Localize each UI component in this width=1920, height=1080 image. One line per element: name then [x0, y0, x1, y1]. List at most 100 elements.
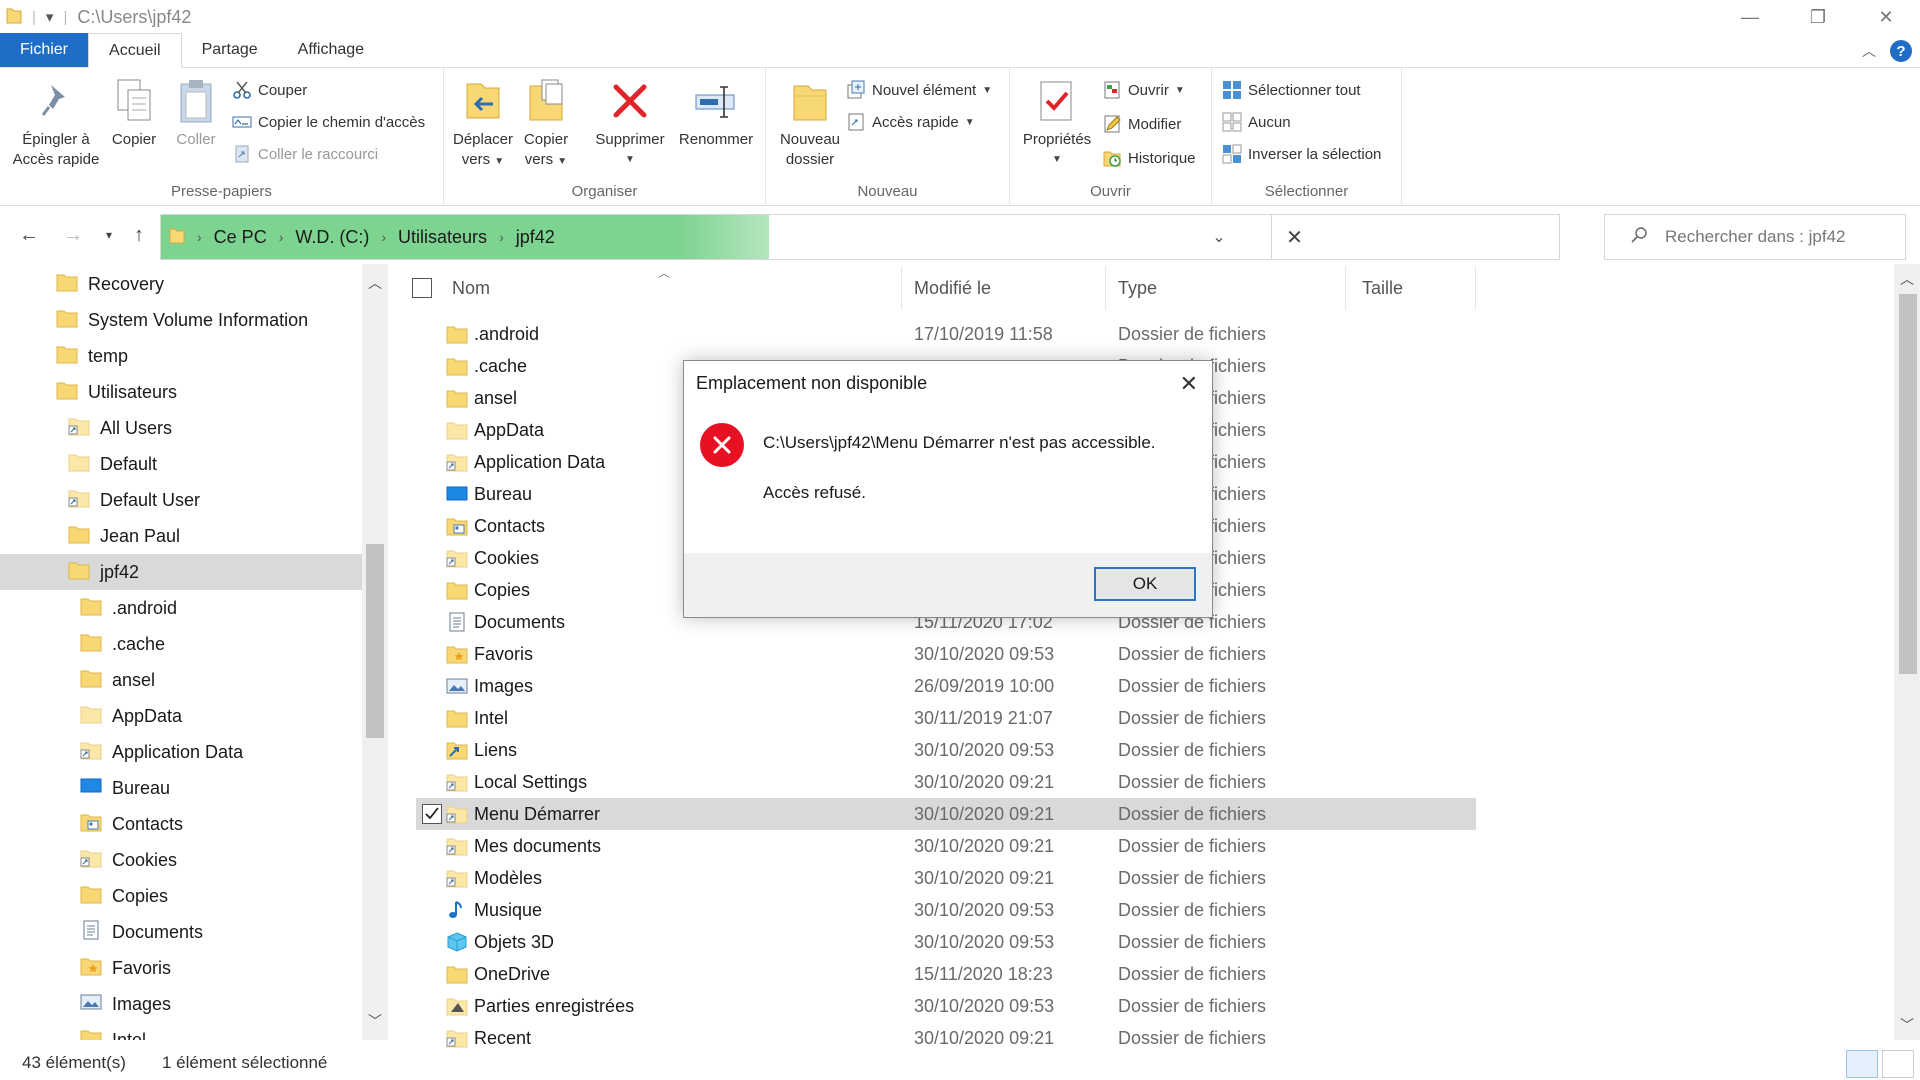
- pin-quick-access-button[interactable]: Épingler à Accès rapide: [10, 74, 102, 170]
- open-button[interactable]: Ouvrir ▼: [1102, 78, 1185, 102]
- details-view-icon[interactable]: [1846, 1050, 1878, 1078]
- breadcrumb-item-ce-pc[interactable]: Ce PC: [214, 227, 267, 248]
- stop-loading-close-icon[interactable]: ✕: [1271, 215, 1317, 259]
- tree-item[interactable]: Default: [0, 446, 362, 482]
- chevron-right-icon[interactable]: ›: [381, 229, 386, 245]
- delete-button[interactable]: Supprimer ▼: [590, 74, 670, 170]
- help-icon[interactable]: ?: [1890, 40, 1912, 62]
- cut-button[interactable]: Couper: [232, 78, 307, 102]
- chevron-right-icon[interactable]: ›: [279, 229, 284, 245]
- properties-button[interactable]: Propriétés ▼: [1016, 74, 1098, 170]
- tree-item[interactable]: Documents: [0, 914, 362, 950]
- column-name[interactable]: Nom ︿: [412, 266, 902, 310]
- tree-item[interactable]: Contacts: [0, 806, 362, 842]
- column-type[interactable]: Type: [1110, 266, 1346, 310]
- quick-access-dropdown-icon[interactable]: ▾: [46, 8, 54, 26]
- tree-item[interactable]: Copies: [0, 878, 362, 914]
- file-date: 26/09/2019 10:00: [914, 675, 1055, 696]
- minimize-button[interactable]: —: [1716, 0, 1784, 34]
- column-modified[interactable]: Modifié le: [906, 266, 1106, 310]
- paste-button[interactable]: Coller: [166, 74, 226, 150]
- tree-item[interactable]: AppData: [0, 698, 362, 734]
- breadcrumb-item-utilisateurs[interactable]: Utilisateurs: [398, 227, 487, 248]
- navigation-pane-scrollbar[interactable]: ︿ ﹀: [362, 264, 388, 1040]
- tree-item[interactable]: temp: [0, 338, 362, 374]
- file-list-scrollbar[interactable]: ︿ ﹀: [1894, 264, 1920, 1040]
- tree-item[interactable]: Default User: [0, 482, 362, 518]
- column-size[interactable]: Taille: [1350, 266, 1476, 310]
- breadcrumb-item-jpf42[interactable]: jpf42: [516, 227, 555, 248]
- tree-item[interactable]: System Volume Information: [0, 302, 362, 338]
- copy-to-button[interactable]: Copier vers ▼: [518, 74, 574, 172]
- file-row[interactable]: Intel 30/11/2019 21:07 Dossier de fichiers: [416, 702, 1476, 734]
- invert-selection-button[interactable]: Inverser la sélection: [1222, 142, 1381, 166]
- paste-shortcut-button[interactable]: Coller le raccourci: [232, 142, 378, 166]
- tree-item[interactable]: Utilisateurs: [0, 374, 362, 410]
- file-row[interactable]: Objets 3D 30/10/2020 09:53 Dossier de fich…: [416, 926, 1476, 958]
- file-row[interactable]: Menu Démarrer 30/10/2020 09:21 Dossier de …: [416, 798, 1476, 830]
- file-row[interactable]: Local Settings 30/10/2020 09:21 Dossier de…: [416, 766, 1476, 798]
- file-row[interactable]: .android 17/10/2019 11:58 Dossier de fichi…: [416, 318, 1476, 350]
- tree-item[interactable]: Application Data: [0, 734, 362, 770]
- large-icons-view-icon[interactable]: [1882, 1050, 1914, 1078]
- tab-accueil[interactable]: Accueil: [88, 33, 182, 68]
- up-arrow-icon[interactable]: ↑: [124, 220, 154, 250]
- dialog-close-icon[interactable]: ✕: [1180, 371, 1198, 397]
- file-row[interactable]: Images 26/09/2019 10:00 Dossier de fichier…: [416, 670, 1476, 702]
- tree-item[interactable]: Recovery: [0, 266, 362, 302]
- tree-item[interactable]: Intel: [0, 1022, 362, 1040]
- back-arrow-icon[interactable]: ←: [14, 220, 44, 250]
- history-button[interactable]: Historique: [1102, 146, 1196, 170]
- breadcrumb-item-drive[interactable]: W.D. (C:): [295, 227, 369, 248]
- row-checkbox-checked[interactable]: [422, 804, 442, 824]
- rename-button[interactable]: Renommer: [674, 74, 758, 150]
- close-window-button[interactable]: ✕: [1852, 0, 1920, 34]
- tree-item[interactable]: ansel: [0, 662, 362, 698]
- tree-item[interactable]: Cookies: [0, 842, 362, 878]
- address-bar[interactable]: › Ce PC › W.D. (C:) › Utilisateurs › jpf…: [160, 214, 1560, 260]
- tab-affichage[interactable]: Affichage: [278, 33, 384, 67]
- ok-button[interactable]: OK: [1094, 567, 1196, 601]
- scroll-up-icon[interactable]: ︿: [1894, 266, 1920, 292]
- tab-partage[interactable]: Partage: [182, 33, 278, 67]
- tree-item[interactable]: Jean Paul: [0, 518, 362, 554]
- file-row[interactable]: Favoris 30/10/2020 09:53 Dossier de fichie…: [416, 638, 1476, 670]
- restore-button[interactable]: ❐: [1784, 0, 1852, 34]
- scrollbar-thumb[interactable]: [1899, 294, 1917, 674]
- copy-path-button[interactable]: Copier le chemin d'accès: [232, 110, 425, 134]
- file-row[interactable]: OneDrive 15/11/2020 18:23 Dossier de fichi…: [416, 958, 1476, 990]
- move-to-button[interactable]: Déplacer vers ▼: [452, 74, 514, 172]
- tree-item[interactable]: Bureau: [0, 770, 362, 806]
- chevron-right-icon[interactable]: ›: [197, 229, 202, 245]
- tree-item[interactable]: Images: [0, 986, 362, 1022]
- file-row[interactable]: Modèles 30/10/2020 09:21 Dossier de fichie…: [416, 862, 1476, 894]
- file-row[interactable]: Musique 30/10/2020 09:53 Dossier de fichie…: [416, 894, 1476, 926]
- file-row[interactable]: Mes documents 30/10/2020 09:21 Dossier de …: [416, 830, 1476, 862]
- edit-button[interactable]: Modifier: [1102, 112, 1181, 136]
- file-row[interactable]: Liens 30/10/2020 09:53 Dossier de fichiers: [416, 734, 1476, 766]
- tree-item[interactable]: jpf42: [0, 554, 362, 590]
- select-none-button[interactable]: Aucun: [1222, 110, 1291, 134]
- tab-fichier[interactable]: Fichier: [0, 33, 89, 67]
- search-box[interactable]: Rechercher dans : jpf42: [1604, 214, 1906, 260]
- tree-item[interactable]: Favoris: [0, 950, 362, 986]
- new-folder-button[interactable]: Nouveau dossier: [772, 74, 848, 170]
- tree-item[interactable]: .cache: [0, 626, 362, 662]
- address-dropdown-chevron-icon[interactable]: ⌄: [1199, 215, 1239, 259]
- tree-item[interactable]: .android: [0, 590, 362, 626]
- forward-arrow-icon[interactable]: →: [58, 220, 88, 250]
- quick-access-button[interactable]: Accès rapide ▼: [846, 110, 975, 134]
- file-row[interactable]: Parties enregistrées 30/10/2020 09:53 Doss…: [416, 990, 1476, 1022]
- select-all-button[interactable]: Sélectionner tout: [1222, 78, 1361, 102]
- copy-button[interactable]: Copier: [104, 74, 164, 150]
- collapse-ribbon-icon[interactable]: ︿: [1862, 41, 1876, 61]
- new-item-button[interactable]: Nouvel élément ▼: [846, 78, 992, 102]
- scroll-down-icon[interactable]: ﹀: [1894, 1012, 1920, 1038]
- scroll-up-icon[interactable]: ︿: [362, 270, 388, 296]
- tree-item[interactable]: All Users: [0, 410, 362, 446]
- scroll-down-icon[interactable]: ﹀: [362, 1008, 388, 1034]
- scrollbar-thumb[interactable]: [366, 544, 384, 738]
- select-all-checkbox[interactable]: [412, 278, 432, 298]
- recent-locations-chevron-icon[interactable]: ▾: [94, 220, 124, 250]
- chevron-right-icon[interactable]: ›: [499, 229, 504, 245]
